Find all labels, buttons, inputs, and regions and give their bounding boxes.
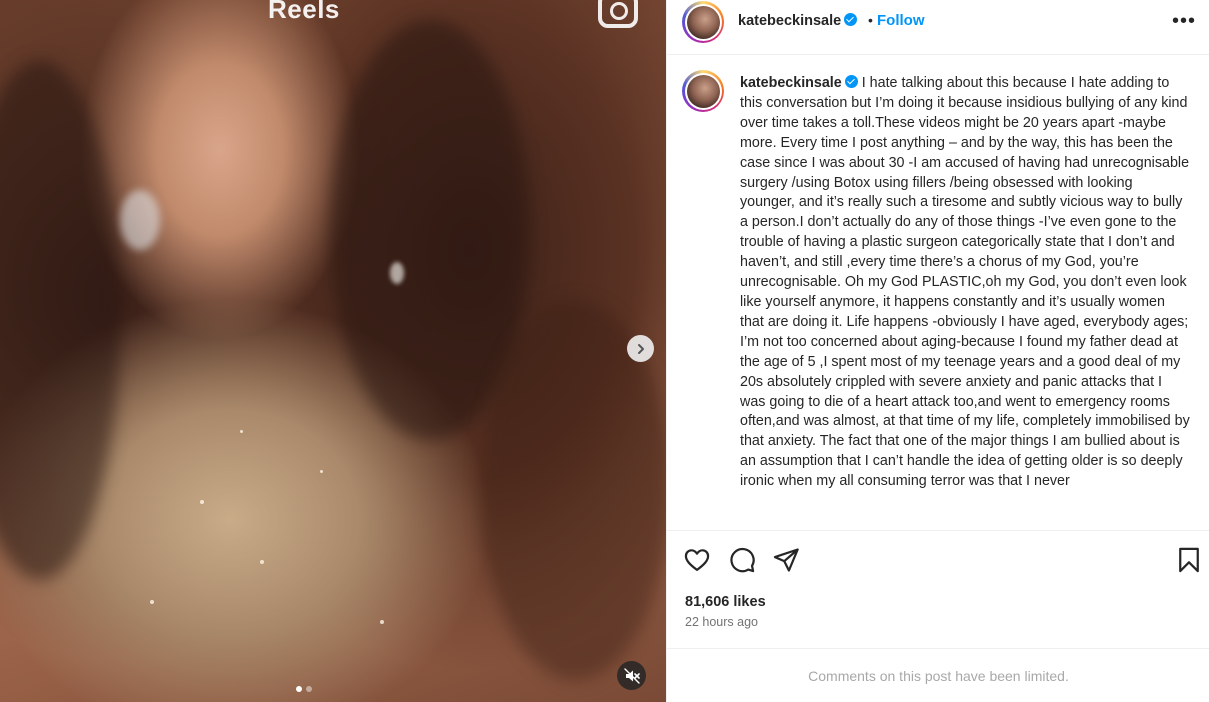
sparkle bbox=[200, 500, 204, 504]
share-button[interactable] bbox=[772, 546, 800, 574]
earring bbox=[390, 262, 404, 284]
earring bbox=[120, 190, 160, 250]
bookmark-icon bbox=[1179, 547, 1199, 573]
caption-text: I hate talking about this because I hate… bbox=[740, 75, 1190, 490]
carousel-indicator bbox=[296, 686, 312, 692]
sparkle bbox=[380, 620, 384, 624]
separator-dot: • bbox=[868, 12, 873, 28]
chevron-right-icon bbox=[637, 343, 644, 354]
save-button[interactable] bbox=[1175, 546, 1203, 574]
post-actions: 81,606 likes 22 hours ago Comments on th… bbox=[667, 530, 1209, 702]
sparkle bbox=[260, 560, 264, 564]
comment-icon bbox=[730, 547, 755, 573]
heart-icon bbox=[684, 549, 710, 572]
header-username[interactable]: katebeckinsale bbox=[738, 13, 841, 29]
avatar-image bbox=[686, 5, 720, 39]
follow-button[interactable]: Follow bbox=[877, 12, 925, 29]
avatar-image bbox=[686, 74, 720, 108]
like-button[interactable] bbox=[683, 546, 711, 574]
sparkle bbox=[320, 470, 323, 473]
caption-scroll-area[interactable]: katebeckinsale I hate talking about this… bbox=[667, 56, 1209, 530]
sparkle bbox=[150, 600, 154, 604]
post-sidebar: katebeckinsale • Follow ••• katebeckinsa… bbox=[666, 0, 1209, 702]
reels-overlay-title: Reels bbox=[268, 0, 340, 24]
header-username-wrap[interactable]: katebeckinsale bbox=[738, 13, 858, 29]
carousel-dot bbox=[306, 686, 312, 692]
comments-limited-notice: Comments on this post have been limited. bbox=[667, 648, 1209, 702]
caption-avatar[interactable] bbox=[682, 70, 724, 112]
caption-username[interactable]: katebeckinsale bbox=[740, 75, 842, 91]
header-avatar[interactable] bbox=[682, 1, 724, 43]
sparkle bbox=[240, 430, 243, 433]
post-timestamp[interactable]: 22 hours ago bbox=[685, 615, 758, 629]
media-shade bbox=[0, 60, 120, 580]
instagram-logo-icon bbox=[598, 0, 638, 28]
carousel-dot-active bbox=[296, 686, 302, 692]
verified-badge-icon bbox=[844, 75, 858, 88]
next-slide-button[interactable] bbox=[627, 335, 654, 362]
verified-badge-icon bbox=[844, 13, 858, 26]
speaker-muted-icon bbox=[623, 667, 640, 684]
post-media[interactable]: Reels bbox=[0, 0, 666, 702]
likes-count[interactable]: 81,606 likes bbox=[685, 594, 766, 610]
more-options-button[interactable]: ••• bbox=[1172, 10, 1196, 33]
mute-toggle-button[interactable] bbox=[617, 661, 646, 690]
share-icon bbox=[773, 548, 799, 572]
post-header: katebeckinsale • Follow ••• bbox=[667, 0, 1209, 55]
comment-button[interactable] bbox=[728, 546, 756, 574]
caption-text-block: katebeckinsale I hate talking about this… bbox=[740, 74, 1190, 492]
